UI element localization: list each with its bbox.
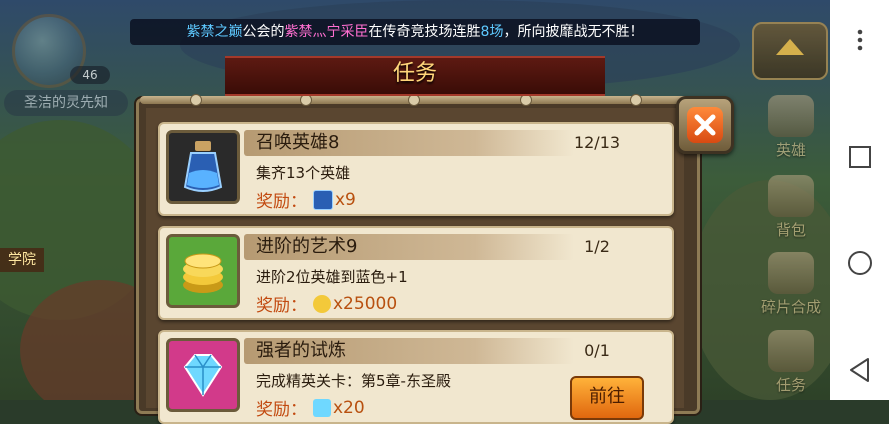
puzzle-icon [768,252,814,294]
more-vert-icon [857,29,862,51]
task-progress: 0/1 [584,341,610,360]
reward-label: 奖励： [256,192,307,212]
bag-side-label: 背包 [775,221,806,239]
circle-icon [847,251,872,276]
ticker-text-3: ，所向披靡战无不胜！ [503,24,644,40]
ticker-guild: 紫禁之巅 [186,24,243,40]
backpack-icon [768,175,814,217]
reward-amount: x20 [333,397,365,418]
potion-reward-icon [313,189,333,210]
task-reward: 奖励： x20 [256,395,365,421]
rivet [190,94,202,106]
reward-label: 奖励： [256,400,307,420]
hero-side-button[interactable]: 英雄 [755,95,827,165]
task-side-button[interactable]: 任务 [755,330,827,400]
task-name: 强者的试炼 [256,340,346,361]
coin-reward-icon [313,294,331,313]
goto-button[interactable]: 前往 [570,376,644,420]
task-reward: 奖励： x9 [256,187,356,212]
ticker-text-1: 公会的 [242,24,285,40]
android-nav-bar [830,0,889,400]
reward-amount: x9 [335,189,356,210]
academy-label[interactable]: 学院 [0,248,44,272]
fragment-side-label: 碎片合成 [760,298,821,316]
close-button[interactable] [676,96,734,154]
scroll-icon [768,330,814,372]
reward-label: 奖励： [256,296,307,316]
back-button[interactable] [830,340,889,400]
close-icon [687,107,723,143]
task-description: 完成精英关卡：第5章-东圣殿 [256,372,451,390]
gold-coins-icon [166,234,240,308]
hero-side-label: 英雄 [775,141,806,159]
bag-side-button[interactable]: 背包 [755,175,827,245]
task-description: 集齐13个英雄 [256,164,351,182]
task-card: 召唤英雄8 12/13 集齐13个英雄 奖励： x9 [158,122,674,216]
task-reward: 奖励： x25000 [256,291,398,317]
more-options-button[interactable] [830,0,889,80]
hero-name-label: 圣洁的灵先知 [4,90,128,116]
broadcast-ticker: 紫禁之巅公会的紫禁灬宁采臣在传奇竞技场连胜8场，所向披靡战无不胜！ [130,19,700,45]
ticker-text-2: 在传奇竞技场连胜 [368,24,481,40]
task-side-label: 任务 [775,376,806,394]
potion-bottle-icon [166,130,240,204]
task-name: 进阶的艺术9 [256,236,358,257]
task-card: 进阶的艺术9 1/2 进阶2位英雄到蓝色+1 奖励： x25000 [158,226,674,320]
rivet [630,94,642,106]
task-progress: 12/13 [573,133,621,152]
collapse-up-button[interactable] [752,22,828,80]
square-icon [848,145,871,168]
fragment-side-button[interactable]: 碎片合成 [755,252,827,322]
ticker-player: 紫禁灬宁采臣 [284,24,369,40]
ticker-count: 8场 [480,24,504,40]
home-button[interactable] [830,233,889,293]
back-triangle-icon [849,357,869,382]
task-card: 强者的试炼 0/1 完成精英关卡：第5章-东圣殿 奖励： x20 前往 [158,330,674,424]
task-description: 进阶2位英雄到蓝色+1 [256,268,408,286]
task-name: 召唤英雄8 [256,132,340,153]
recent-apps-button[interactable] [830,127,889,187]
diamond-icon [166,338,240,412]
task-progress: 1/2 [584,237,610,256]
diamond-reward-icon [313,398,331,417]
player-level-badge: 46 [70,66,110,84]
reward-amount: x25000 [333,293,398,314]
panel-title: 任务 [392,61,437,86]
helmet-icon [768,95,814,137]
